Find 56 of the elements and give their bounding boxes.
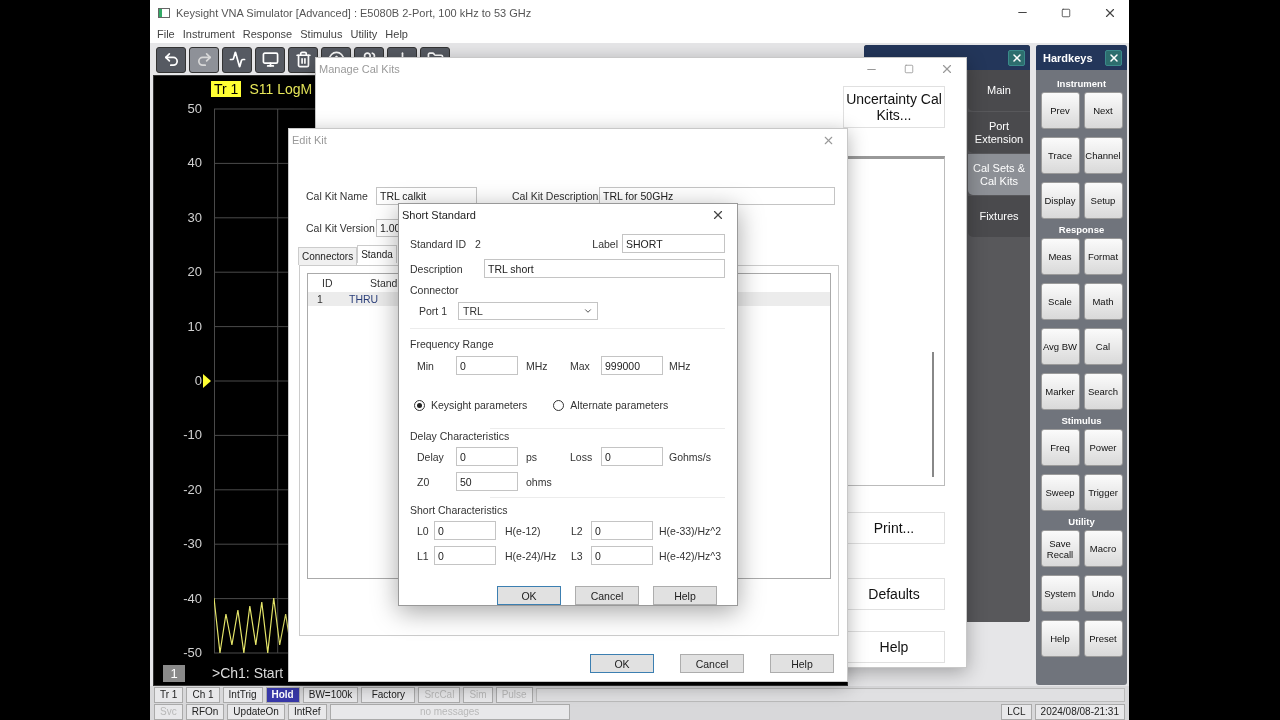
axis-tick-label: 40 bbox=[187, 155, 202, 172]
group-label: Response bbox=[1057, 223, 1106, 236]
section-heading: Connector bbox=[410, 284, 460, 296]
group-label: Stimulus bbox=[1060, 414, 1103, 427]
unit-label: H(e-42)/Hz^3 bbox=[658, 549, 723, 562]
field-label: Cal Kit Description bbox=[512, 190, 599, 202]
field-label: Label bbox=[592, 237, 618, 250]
unit-label: ps bbox=[525, 450, 539, 463]
field-label: Standard ID bbox=[410, 237, 467, 250]
axis-tick-label: -20 bbox=[183, 481, 202, 498]
axis-tick-label: 50 bbox=[187, 101, 202, 117]
field-label: L1 bbox=[417, 549, 430, 562]
axis-tick-label: -30 bbox=[183, 536, 202, 553]
group-label: Instrument bbox=[1055, 77, 1108, 90]
channel-status: >Ch1: Start bbox=[212, 665, 284, 681]
field-label: L3 bbox=[571, 549, 584, 562]
field-label: Loss bbox=[570, 450, 594, 463]
table-cell-text: 1 bbox=[316, 293, 324, 305]
axis-tick-label: 10 bbox=[187, 318, 202, 335]
window-title: Manage Cal Kits bbox=[319, 63, 401, 75]
unit-label: ohms bbox=[525, 475, 553, 488]
field-label: L2 bbox=[571, 524, 584, 537]
section-heading: Delay Characteristics bbox=[410, 430, 511, 442]
unit-label: H(e-12) bbox=[504, 524, 542, 537]
field-label: Description bbox=[410, 262, 464, 275]
unit-label: H(e-33)/Hz^2 bbox=[658, 524, 723, 537]
unit-label: H(e-24)/Hz bbox=[504, 549, 558, 562]
unit-label: Gohms/s bbox=[668, 450, 712, 463]
field-label: Z0 bbox=[417, 475, 431, 488]
axis-tick-label: -50 bbox=[183, 644, 202, 661]
unit-label: MHz bbox=[525, 359, 549, 372]
dialog-title: Short Standard bbox=[402, 209, 477, 221]
field-label: Port 1 bbox=[419, 305, 448, 317]
window-number: 1 bbox=[163, 664, 185, 682]
panel-title: Hardkeys bbox=[1043, 51, 1093, 64]
section-heading: Frequency Range bbox=[410, 338, 495, 350]
field-label: Cal Kit Name bbox=[306, 190, 369, 202]
window-title: Keysight VNA Simulator [Advanced] : E5080B 2-Port, 100 kHz to 53 GHz bbox=[176, 6, 533, 19]
field-label: Delay bbox=[417, 450, 445, 463]
axis-tick-label: 0 bbox=[194, 372, 202, 389]
date-time: 2024/08/08-21:31 bbox=[1034, 703, 1125, 720]
axis-tick-label: -10 bbox=[183, 427, 202, 444]
axis-tick-label: 20 bbox=[187, 264, 202, 281]
table-cell-text: THRU bbox=[348, 293, 380, 305]
axis-tick-label: -40 bbox=[183, 590, 202, 607]
axis-tick-label: 30 bbox=[187, 209, 202, 226]
field-label: Cal Kit Version bbox=[306, 222, 376, 234]
section-heading: Short Characteristics bbox=[410, 504, 509, 516]
window-title: Edit Kit bbox=[292, 134, 328, 146]
field-label: L0 bbox=[417, 524, 430, 537]
group-label: Utility bbox=[1067, 515, 1096, 528]
field-label: Min bbox=[417, 359, 435, 372]
remote-status: LCL bbox=[1001, 703, 1032, 720]
standard-id-value: 2 bbox=[475, 237, 481, 250]
field-label: Max bbox=[570, 359, 591, 372]
unit-label: MHz bbox=[668, 359, 692, 372]
